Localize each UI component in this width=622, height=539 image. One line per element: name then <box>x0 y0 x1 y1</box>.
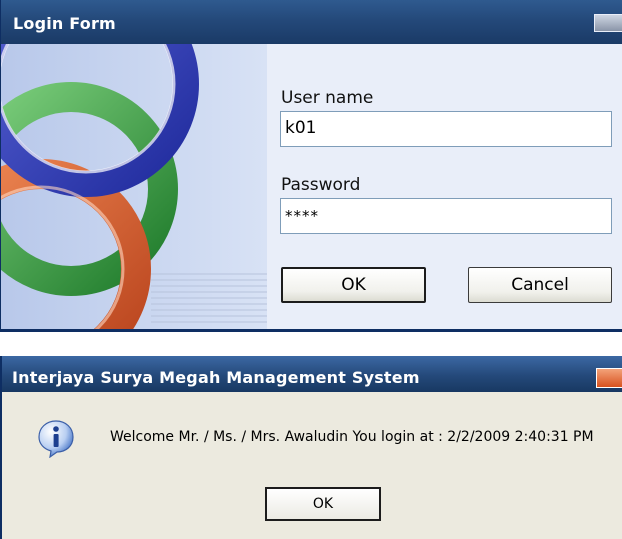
password-input[interactable]: **** <box>280 198 612 234</box>
login-titlebar[interactable]: Login Form <box>1 0 622 44</box>
username-label: User name <box>281 88 374 108</box>
message-window-title: Interjaya Surya Megah Management System <box>12 368 420 387</box>
message-titlebar[interactable]: Interjaya Surya Megah Management System <box>2 356 622 392</box>
welcome-message: Welcome Mr. / Ms. / Mrs. Awaludin You lo… <box>110 429 594 445</box>
message-ok-button[interactable]: OK <box>265 487 381 521</box>
message-box-window: Interjaya Surya Megah Management System … <box>0 356 622 539</box>
info-icon <box>36 418 76 459</box>
cancel-button[interactable]: Cancel <box>468 267 612 303</box>
login-window-title: Login Form <box>13 14 116 33</box>
decorative-rings-image <box>1 44 267 329</box>
ok-button[interactable]: OK <box>281 267 426 303</box>
window-control-button[interactable] <box>594 14 622 32</box>
close-button[interactable] <box>596 368 622 388</box>
username-input[interactable]: k01 <box>280 111 612 147</box>
password-label: Password <box>281 175 361 195</box>
login-form-window: Login Form User name k01 Password **** O… <box>0 0 622 332</box>
